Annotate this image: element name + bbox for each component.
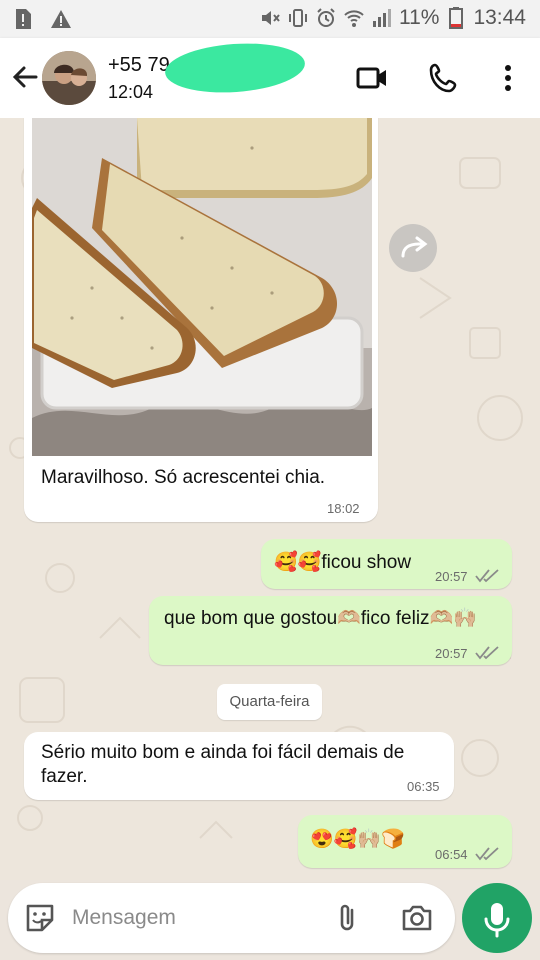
mic-icon <box>484 903 510 938</box>
delivered-ticks-icon <box>475 569 499 583</box>
signal-icon <box>371 7 393 29</box>
back-arrow-icon[interactable] <box>8 60 42 94</box>
message-text: 😍🥰🙌🏼🍞 <box>310 829 405 850</box>
message-text: Sério muito bom e ainda foi fácil demais… <box>41 742 405 787</box>
video-call-icon[interactable] <box>354 60 390 96</box>
message-composer <box>8 883 455 953</box>
message-input[interactable] <box>72 900 322 936</box>
sticker-icon[interactable] <box>22 900 58 936</box>
message-time: 20:57 <box>435 646 468 661</box>
message-text: que bom que gostou🫶🏼fico feliz🫶🏼🙌🏼 <box>164 608 477 629</box>
alarm-icon <box>315 7 337 29</box>
contact-name[interactable]: +55 79 <box>108 54 170 77</box>
forward-icon[interactable] <box>389 224 437 272</box>
contact-status: 12:04 <box>108 82 154 102</box>
camera-icon[interactable] <box>399 900 435 936</box>
status-time: 13:44 <box>473 6 526 29</box>
message-text: 🥰🥰ficou show <box>274 552 412 573</box>
status-bar: 11% 13:44 <box>0 0 540 38</box>
vibrate-icon <box>287 7 309 29</box>
message-caption: Maravilhoso. Só acrescentei chia. <box>41 467 326 488</box>
attach-icon[interactable] <box>330 900 366 936</box>
battery-percent: 11% <box>398 6 440 29</box>
mic-button[interactable] <box>462 883 532 953</box>
message-time: 20:57 <box>435 569 468 584</box>
warning-icon <box>50 8 72 30</box>
more-options-icon[interactable] <box>490 60 526 96</box>
delivered-ticks-icon <box>475 646 499 660</box>
battery-icon <box>445 7 467 29</box>
wifi-icon <box>343 7 365 29</box>
redaction-marker <box>163 39 307 97</box>
day-separator: Quarta-feira <box>217 684 322 720</box>
message-time: 06:35 <box>407 779 440 794</box>
message-photo[interactable] <box>32 118 372 456</box>
avatar[interactable] <box>42 51 96 105</box>
mute-icon <box>259 7 281 29</box>
message-time: 06:54 <box>435 847 468 862</box>
delivered-ticks-icon <box>475 847 499 861</box>
sim-alert-icon <box>12 8 34 30</box>
message-time: 18:02 <box>327 501 360 516</box>
chat-area[interactable]: Maravilhoso. Só acrescentei chia. 18:02 … <box>0 118 540 880</box>
phone-call-icon[interactable] <box>426 60 462 96</box>
chat-header: +55 79 12:04 <box>0 38 540 118</box>
